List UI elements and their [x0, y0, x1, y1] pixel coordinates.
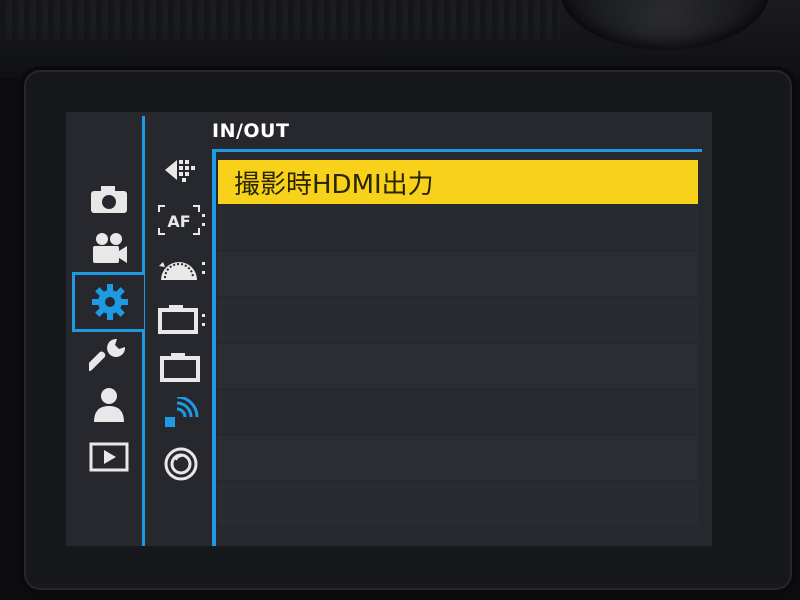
- category-column: [66, 112, 145, 546]
- subtab-lens[interactable]: [154, 444, 208, 484]
- camera-setting-b-icon: [159, 350, 203, 382]
- menu-row-empty: [218, 206, 698, 250]
- af-settings-icon: AF: [157, 204, 205, 236]
- camera-body-top: [0, 0, 800, 78]
- category-custom-settings[interactable]: [72, 272, 144, 332]
- category-movie[interactable]: [80, 226, 138, 272]
- menu-item-label: 撮影時HDMI出力: [234, 169, 434, 200]
- camera-icon: [89, 183, 129, 215]
- subtab-camera-a[interactable]: [154, 298, 208, 338]
- drive-mode-icon: [163, 154, 199, 186]
- camera-grip-ridges: [0, 0, 560, 40]
- subtab-af[interactable]: AF: [154, 200, 208, 240]
- category-setup[interactable]: [80, 332, 138, 378]
- person-icon: [89, 385, 129, 425]
- dial-icon: [157, 252, 205, 284]
- title-rule: [212, 149, 702, 152]
- camera-setting-a-icon: [157, 302, 205, 334]
- menu-list: 撮影時HDMI出力: [218, 160, 698, 528]
- subtab-divider: [212, 150, 216, 546]
- subtab-dial[interactable]: [154, 248, 208, 288]
- movie-camera-icon: [89, 231, 129, 267]
- subtab-in-out[interactable]: [154, 394, 208, 434]
- category-shooting[interactable]: [80, 176, 138, 222]
- svg-text:AF: AF: [167, 212, 190, 231]
- playback-icon: [89, 441, 129, 473]
- wireless-icon: [161, 397, 201, 431]
- menu-row-empty: [218, 482, 698, 526]
- control-dial[interactable]: [560, 0, 770, 50]
- menu-row-empty: [218, 344, 698, 388]
- category-my-menu[interactable]: [80, 382, 138, 428]
- subtab-camera-b[interactable]: [154, 346, 208, 386]
- menu-row-empty: [218, 390, 698, 434]
- menu-item-hdmi-output[interactable]: 撮影時HDMI出力: [218, 160, 698, 204]
- subtab-drive[interactable]: [154, 150, 208, 190]
- subtab-column: AF: [148, 112, 214, 546]
- menu-screen: AF IN/OUT 撮影時HDMI出力: [66, 112, 712, 546]
- gear-icon: [90, 282, 130, 322]
- lens-icon: [163, 446, 199, 482]
- menu-row-empty: [218, 252, 698, 296]
- menu-row-empty: [218, 436, 698, 480]
- wrench-icon: [89, 335, 129, 375]
- category-playback[interactable]: [80, 434, 138, 480]
- menu-title: IN/OUT: [212, 120, 290, 142]
- menu-row-empty: [218, 298, 698, 342]
